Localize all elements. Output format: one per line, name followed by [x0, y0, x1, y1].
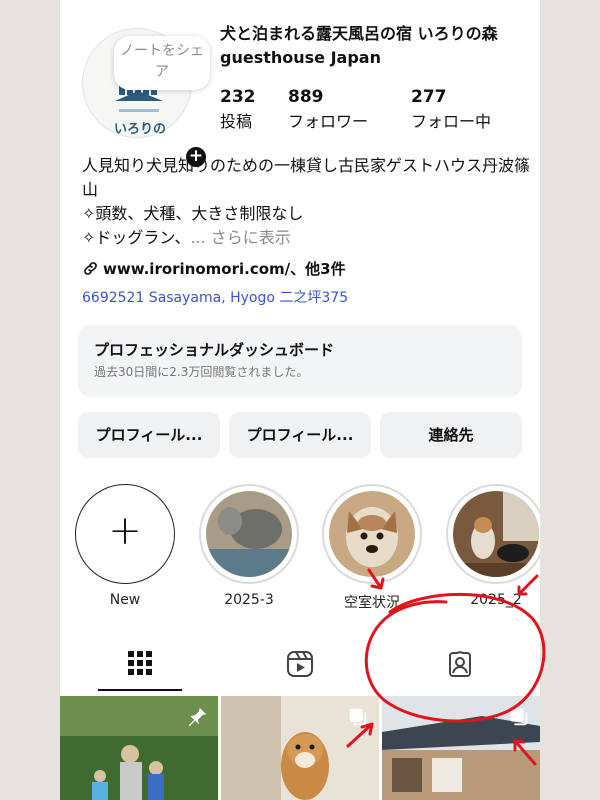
pin-icon	[188, 707, 207, 727]
dashboard-title: プロフェッショナルダッシュボード	[94, 341, 335, 359]
highlight-label: 2025-3	[224, 592, 274, 608]
tab-tagged[interactable]	[380, 640, 540, 692]
multiple-posts-icon	[349, 708, 367, 726]
avatar-container[interactable]: ノートをシェア いろりの +	[82, 28, 210, 169]
professional-dashboard[interactable]: プロフェッショナルダッシュボード 過去30日間に2.3万回閲覧されました。	[78, 325, 522, 397]
highlight-cover	[329, 491, 415, 577]
stat-following[interactable]: 277 フォロー中	[411, 86, 491, 136]
bio-line: ✧ドッグラン、... さらに表示	[82, 226, 532, 250]
tab-grid[interactable]	[60, 640, 220, 692]
highlight-cover	[206, 491, 292, 577]
profile-name: 犬と泊まれる露天風呂の宿 いろりの森 guesthouse Japan	[220, 24, 498, 67]
bio-line: ✧頭数、犬種、大きさ制限なし	[82, 204, 304, 223]
highlight-cover-image	[329, 491, 415, 577]
stat-followers[interactable]: 889 フォロワー	[288, 86, 368, 136]
highlight-item[interactable]: 2025-3	[197, 484, 301, 608]
highlight-cover	[453, 491, 539, 577]
stat-value: 277	[411, 87, 447, 107]
profile-screen: ノートをシェア いろりの + 犬と泊まれる露天風呂の宿 いろりの森 guesth…	[60, 0, 540, 800]
highlight-ring[interactable]	[199, 484, 299, 584]
highlight-new-circle[interactable]: +	[75, 484, 175, 584]
tab-reels[interactable]	[220, 640, 380, 692]
highlight-label: 空室状況	[344, 595, 400, 611]
highlight-label: New	[109, 592, 141, 608]
stat-label: フォロー中	[411, 112, 492, 131]
highlight-label: 2025_2	[470, 592, 522, 608]
dashboard-subtitle: 過去30日間に2.3万回閲覧されました。	[94, 365, 309, 379]
highlight-ring[interactable]	[322, 484, 422, 584]
note-bubble[interactable]: ノートをシェア	[114, 36, 210, 90]
highlight-item[interactable]: 2025_2	[444, 484, 540, 608]
tagged-icon	[449, 650, 471, 677]
highlight-cover-image	[206, 491, 292, 577]
bio-line: 人見知り犬見知りのための一棟貸し古民家ゲストハウス丹波篠山	[82, 156, 531, 199]
active-tab-indicator	[98, 689, 182, 691]
highlight-cover-image	[453, 491, 539, 577]
stat-posts[interactable]: 232 投稿	[220, 86, 256, 136]
stat-value: 889	[288, 87, 324, 107]
link-icon	[84, 262, 97, 275]
profile-actions: プロフィール... プロフィール... 連絡先	[78, 412, 522, 458]
address-link[interactable]: 6692521 Sasayama, Hyogo 二之坪375	[82, 287, 348, 307]
see-more-link[interactable]: ... さらに表示	[190, 228, 290, 247]
post-thumbnail[interactable]	[60, 696, 218, 800]
profile-stats: 232 投稿 889 フォロワー 277 フォロー中	[220, 86, 530, 138]
avatar-text: いろりの	[114, 122, 167, 137]
stat-value: 232	[220, 87, 256, 107]
highlight-ring[interactable]	[446, 484, 540, 584]
stat-label: フォロワー	[288, 112, 369, 131]
stat-label: 投稿	[220, 112, 253, 131]
posts-grid	[60, 696, 540, 800]
profile-tabs	[60, 640, 540, 692]
edit-profile-button[interactable]: プロフィール...	[78, 412, 220, 458]
profile-bio: 人見知り犬見知りのための一棟貸し古民家ゲストハウス丹波篠山 ✧頭数、犬種、大きさ…	[82, 154, 532, 250]
highlight-item[interactable]: 空室状況	[320, 484, 424, 612]
post-thumbnail[interactable]	[221, 696, 379, 800]
reels-icon	[287, 651, 313, 677]
plus-icon: +	[108, 508, 142, 554]
multiple-posts-icon	[510, 708, 528, 726]
grid-icon	[128, 651, 152, 675]
bio-line-text: ✧ドッグラン、	[82, 228, 191, 247]
highlight-new[interactable]: + New	[73, 484, 177, 608]
share-profile-button[interactable]: プロフィール...	[229, 412, 371, 458]
website-link-text: www.irorinomori.com/、他3件	[103, 260, 346, 278]
website-link[interactable]: www.irorinomori.com/、他3件	[82, 258, 346, 279]
contact-button[interactable]: 連絡先	[380, 412, 522, 458]
post-thumbnail[interactable]	[382, 696, 540, 800]
